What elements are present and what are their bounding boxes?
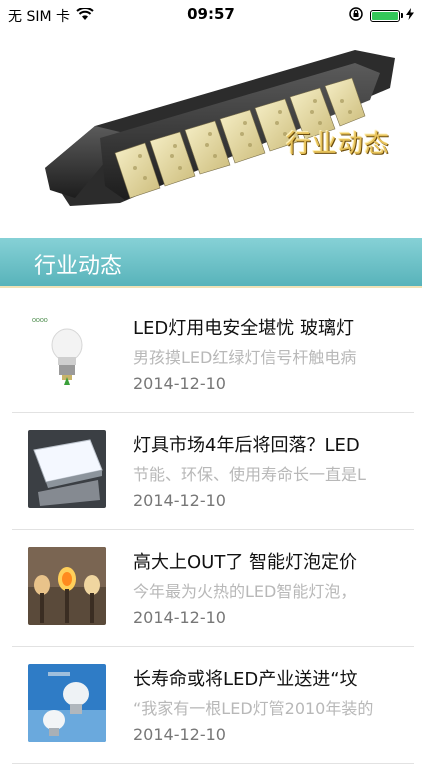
news-date: 2014-12-10 bbox=[133, 725, 226, 744]
news-summary: 今年最为火热的LED智能灯泡， bbox=[133, 582, 357, 601]
banner-overlay-text: 行业动态 bbox=[286, 129, 391, 158]
list-item[interactable]: 长寿命或将LED产业送进“坟 “我家有一根LED灯管2010年装的 2014-1… bbox=[12, 647, 414, 764]
news-list: OOOO LED灯用电安全堪忧 玻璃灯 男孩摸LED红绿灯信号杆触电病 2014… bbox=[0, 296, 422, 764]
svg-text:OOOO: OOOO bbox=[32, 318, 48, 324]
rotation-lock-icon bbox=[348, 6, 364, 26]
news-summary: 节能、环保、使用寿命长一直是L bbox=[133, 465, 366, 484]
section-title: 行业动态 bbox=[34, 254, 123, 279]
led-lamps-thumbnail bbox=[28, 664, 106, 742]
status-right bbox=[348, 6, 414, 26]
news-title: 高大上OUT了 智能灯泡定价 bbox=[133, 552, 358, 573]
banner-image[interactable]: 行业动态 bbox=[0, 28, 422, 238]
smart-bulbs-thumbnail bbox=[28, 547, 106, 625]
list-item[interactable]: 灯具市场4年后将回落？LED 节能、环保、使用寿命长一直是L 2014-12-1… bbox=[12, 413, 414, 530]
led-bulb-thumbnail: OOOO bbox=[28, 313, 106, 391]
led-panel-thumbnail bbox=[28, 430, 106, 508]
news-title: 灯具市场4年后将回落？LED bbox=[133, 435, 360, 456]
news-summary: 男孩摸LED红绿灯信号杆触电病 bbox=[133, 348, 357, 367]
news-date: 2014-12-10 bbox=[133, 608, 226, 627]
list-item[interactable]: OOOO LED灯用电安全堪忧 玻璃灯 男孩摸LED红绿灯信号杆触电病 2014… bbox=[12, 296, 414, 413]
news-title: LED灯用电安全堪忧 玻璃灯 bbox=[133, 318, 354, 339]
news-date: 2014-12-10 bbox=[133, 491, 226, 510]
news-summary: “我家有一根LED灯管2010年装的 bbox=[133, 699, 374, 718]
news-date: 2014-12-10 bbox=[133, 374, 226, 393]
battery-icon bbox=[370, 10, 403, 22]
section-header: 行业动态 bbox=[0, 238, 422, 288]
list-item[interactable]: 高大上OUT了 智能灯泡定价 今年最为火热的LED智能灯泡， 2014-12-1… bbox=[12, 530, 414, 647]
charging-bolt-icon bbox=[406, 8, 414, 24]
status-bar: 无 SIM 卡 09:57 bbox=[0, 0, 422, 28]
news-title: 长寿命或将LED产业送进“坟 bbox=[133, 669, 358, 690]
